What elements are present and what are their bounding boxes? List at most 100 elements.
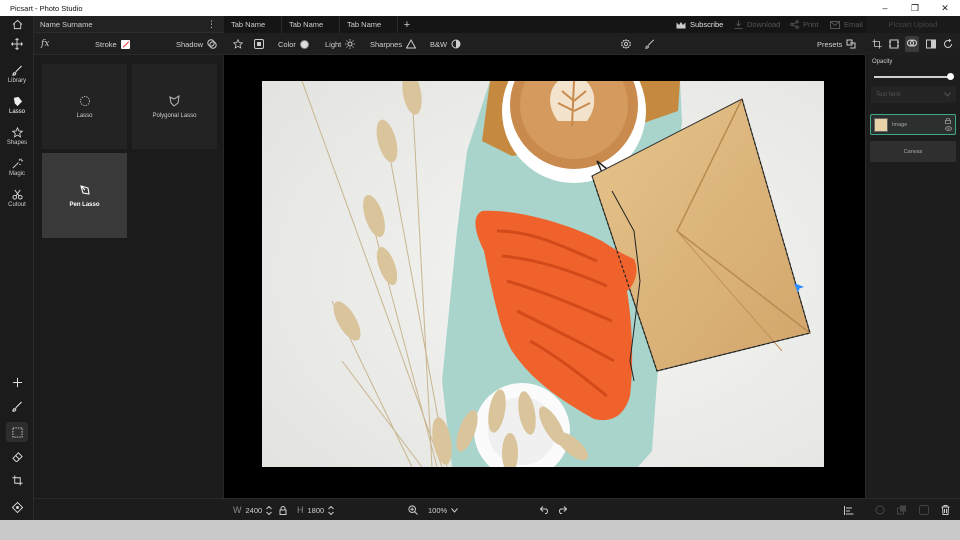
lasso-option-polygonal[interactable]: Polygonal Lasso [132,64,217,149]
tool-shapes[interactable]: Shapes [0,127,34,146]
photo-image [262,81,824,467]
align-button[interactable] [844,499,854,521]
user-header: Name Surname ⋮ [34,16,224,33]
sharpness-adjust-button[interactable]: Sharpnes [370,33,417,55]
left-toolbar: Library Lasso Shapes Magic Cutout [0,16,34,520]
home-button[interactable] [0,19,34,30]
tab-3[interactable]: Tab Name [340,16,398,33]
favorites-button[interactable] [233,33,243,55]
opacity-label: Opacity [872,59,893,65]
brush-icon [11,401,22,412]
split-view-icon[interactable] [926,39,937,49]
home-icon [12,19,22,30]
chevron-down-icon [944,92,951,97]
layer-effect-button[interactable] [875,499,885,521]
color-adjust-button[interactable]: Color [278,33,309,55]
brush-icon [645,39,655,49]
polygonal-lasso-icon [168,94,180,107]
lock-icon[interactable] [945,118,951,124]
aspect-lock-button[interactable] [279,499,287,521]
maximize-button[interactable]: ❐ [900,0,930,16]
move-button[interactable] [0,38,34,50]
redo-icon [558,506,567,514]
close-window-button[interactable]: ✕ [930,0,960,16]
extensions-button[interactable] [0,502,34,513]
rotate-icon[interactable] [943,39,953,49]
settings-button[interactable] [621,33,631,55]
brush-tool-button[interactable] [0,401,34,412]
email-button[interactable]: Email [830,16,863,33]
user-name: Name Surname [40,19,93,29]
tab-2[interactable]: Tab Name [282,16,340,33]
zoom-in-icon [408,505,418,515]
align-icon [844,505,854,515]
light-adjust-button[interactable]: Light [325,33,356,55]
magic-wand-icon [12,158,23,169]
tool-magic-label: Magic [8,171,25,177]
tool-cutout-label: Cutout [8,202,26,208]
grid-filter-icon [254,39,264,49]
tab-1[interactable]: Tab Name [224,16,282,33]
layers-tab-active[interactable] [905,36,920,52]
print-button[interactable]: Print [790,16,818,33]
duplicate-layer-button[interactable] [897,499,907,521]
layer-item-canvas[interactable]: Canvas [870,141,956,162]
more-menu-icon[interactable]: ⋮ [207,19,216,30]
tool-library[interactable]: Library [0,65,34,84]
undo-icon [540,506,549,514]
add-button[interactable] [0,377,34,388]
marquee-icon [11,426,23,438]
opacity-slider-track[interactable] [874,76,951,78]
contrast-icon [451,39,461,49]
lock-icon [279,505,287,515]
eye-icon[interactable] [945,126,952,131]
canvas-width[interactable]: W 2400 [233,499,273,521]
tool-lasso[interactable]: Lasso [0,96,34,115]
undo-button[interactable] [540,499,550,521]
crop-tool-button[interactable] [0,475,34,486]
opacity-slider-handle[interactable] [947,73,954,80]
merge-layer-button[interactable] [919,499,929,521]
pointer-cursor-icon [793,282,805,296]
photo-canvas[interactable] [262,81,824,467]
resize-icon[interactable] [888,39,899,49]
canvas-height[interactable]: H 1800 [297,499,335,521]
lasso-icon [13,96,22,107]
download-button[interactable]: Download [734,16,780,33]
filters-button[interactable] [254,33,264,55]
chevron-down-icon [451,507,459,513]
brush-adjust-button[interactable] [645,33,655,55]
layer-thumbnail [874,117,888,132]
tool-magic[interactable]: Magic [0,158,34,177]
presets-button[interactable]: Presets [817,33,856,55]
upload-button[interactable]: Picsart Upload [866,16,960,33]
lasso-option-pen[interactable]: Pen Lasso [42,153,127,238]
redo-button[interactable] [557,499,567,521]
tool-cutout[interactable]: Cutout [0,189,34,208]
fx-button[interactable]: fx [41,33,49,55]
color-circle-icon [299,39,309,49]
lasso-option-lasso[interactable]: Lasso [42,64,127,149]
shadow-icon [207,39,217,49]
new-tab-button[interactable]: + [398,16,416,33]
share-icon [790,20,799,29]
subscribe-button[interactable]: Subscribe [676,16,723,33]
zoom-control[interactable]: 100% [408,499,459,521]
shadow-button[interactable]: Shadow [176,33,217,55]
eraser-tool-button[interactable] [0,451,34,462]
delete-layer-button[interactable] [941,499,950,521]
mask-icon [919,505,929,515]
scissors-icon [11,189,23,200]
crop-icon[interactable] [872,39,882,49]
selection-tool-button[interactable] [0,422,34,442]
layer-item-image[interactable]: Image [870,114,956,135]
pen-lasso-icon [79,184,90,195]
minimize-button[interactable]: – [870,0,900,16]
blend-mode-select[interactable]: Text here [871,86,956,103]
layers-icon [907,39,918,47]
star-icon [11,127,23,138]
layers-panel: Opacity Text here Image Canvas [865,55,960,498]
bw-adjust-button[interactable]: B&W [430,33,461,55]
stroke-button[interactable]: Stroke [95,33,130,55]
stepper-icon [266,505,273,515]
